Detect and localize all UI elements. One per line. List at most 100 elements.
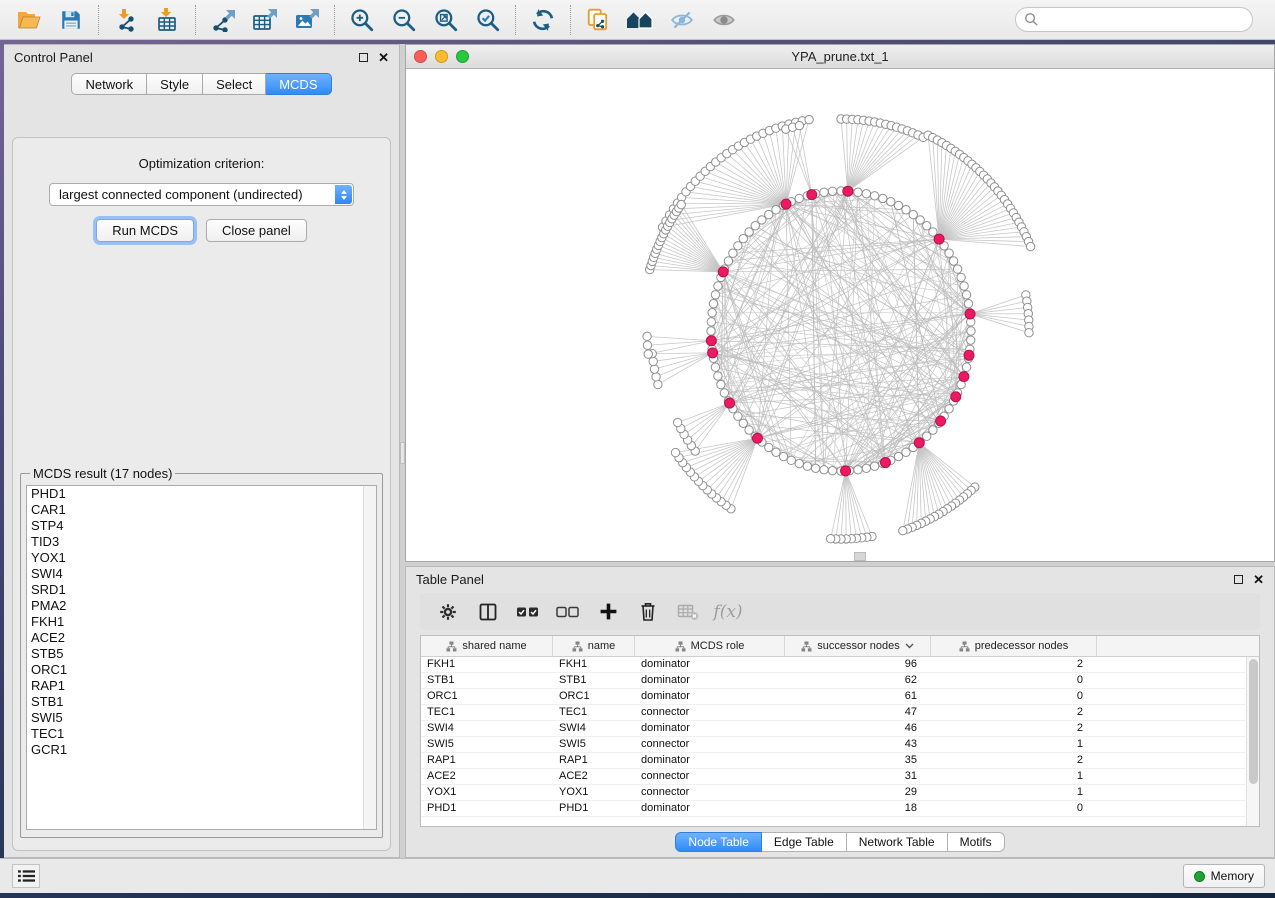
import-network-icon[interactable] bbox=[105, 3, 147, 37]
mcds-list-item[interactable]: RAP1 bbox=[27, 678, 376, 694]
tab-style[interactable]: Style bbox=[147, 73, 203, 95]
table-cell[interactable]: 2 bbox=[931, 705, 1097, 720]
mcds-list-item[interactable]: CAR1 bbox=[27, 502, 376, 518]
run-mcds-button[interactable]: Run MCDS bbox=[96, 219, 194, 242]
table-cell[interactable]: connector bbox=[635, 705, 785, 720]
table-cell[interactable]: 29 bbox=[785, 785, 931, 800]
criterion-dropdown[interactable]: largest connected component (undirected) bbox=[49, 183, 354, 206]
table-cell[interactable]: SWI4 bbox=[553, 721, 635, 736]
table-cell[interactable]: 43 bbox=[785, 737, 931, 752]
search-input[interactable] bbox=[1015, 7, 1253, 32]
table-cell[interactable]: SWI5 bbox=[421, 737, 553, 752]
gear-icon[interactable] bbox=[430, 597, 466, 627]
add-column-icon[interactable] bbox=[590, 597, 626, 627]
table-cell[interactable]: PHD1 bbox=[553, 801, 635, 816]
table-row[interactable]: SWI5SWI5connector431 bbox=[421, 737, 1259, 753]
network-window-titlebar[interactable]: YPA_prune.txt_1 bbox=[406, 45, 1274, 69]
table-cell[interactable]: 0 bbox=[931, 673, 1097, 688]
zoom-fit-icon[interactable] bbox=[425, 3, 467, 37]
table-cell[interactable]: 96 bbox=[785, 657, 931, 672]
show-all-icon[interactable] bbox=[703, 3, 745, 37]
table-cell[interactable]: 46 bbox=[785, 721, 931, 736]
scrollbar-thumb[interactable] bbox=[1249, 659, 1258, 784]
table-row[interactable]: ORC1ORC1dominator610 bbox=[421, 689, 1259, 705]
export-table-icon[interactable] bbox=[244, 3, 286, 37]
table-row[interactable]: YOX1YOX1connector291 bbox=[421, 785, 1259, 801]
table-cell[interactable]: 2 bbox=[931, 753, 1097, 768]
table-row[interactable]: FKH1FKH1dominator962 bbox=[421, 657, 1259, 673]
table-cell[interactable]: dominator bbox=[635, 753, 785, 768]
column-header-successor-nodes[interactable]: successor nodes bbox=[785, 636, 931, 656]
table-cell[interactable]: SWI4 bbox=[421, 721, 553, 736]
table-cell[interactable]: 35 bbox=[785, 753, 931, 768]
table-cell[interactable]: YOX1 bbox=[553, 785, 635, 800]
column-view-icon[interactable] bbox=[470, 597, 506, 627]
table-cell[interactable]: ORC1 bbox=[421, 689, 553, 704]
column-header-shared-name[interactable]: shared name bbox=[421, 636, 553, 656]
column-header-mcds-role[interactable]: MCDS role bbox=[635, 636, 785, 656]
table-cell[interactable]: PHD1 bbox=[421, 801, 553, 816]
delete-column-icon[interactable] bbox=[630, 597, 666, 627]
tab-node-table[interactable]: Node Table bbox=[675, 832, 762, 852]
table-cell[interactable]: 1 bbox=[931, 769, 1097, 784]
table-cell[interactable]: 0 bbox=[931, 689, 1097, 704]
mcds-list-item[interactable]: ACE2 bbox=[27, 630, 376, 646]
table-cell[interactable]: connector bbox=[635, 785, 785, 800]
network-graph[interactable] bbox=[406, 69, 1274, 561]
close-panel-button[interactable]: Close panel bbox=[206, 219, 307, 242]
mcds-list-item[interactable]: SRD1 bbox=[27, 582, 376, 598]
table-cell[interactable]: STB1 bbox=[553, 673, 635, 688]
table-cell[interactable]: ACE2 bbox=[553, 769, 635, 784]
refresh-view-icon[interactable] bbox=[522, 3, 564, 37]
zoom-selected-icon[interactable] bbox=[467, 3, 509, 37]
table-cell[interactable]: ORC1 bbox=[553, 689, 635, 704]
select-all-columns-icon[interactable] bbox=[510, 597, 546, 627]
hide-selected-icon[interactable] bbox=[661, 3, 703, 37]
column-header-predecessor-nodes[interactable]: predecessor nodes bbox=[931, 636, 1097, 656]
tab-select[interactable]: Select bbox=[203, 73, 266, 95]
table-cell[interactable]: 18 bbox=[785, 801, 931, 816]
table-cell[interactable]: 1 bbox=[931, 737, 1097, 752]
mcds-list-item[interactable]: FKH1 bbox=[27, 614, 376, 630]
mcds-list-item[interactable]: GCR1 bbox=[27, 742, 376, 758]
table-cell[interactable]: 61 bbox=[785, 689, 931, 704]
table-cell[interactable]: FKH1 bbox=[421, 657, 553, 672]
export-network-icon[interactable] bbox=[202, 3, 244, 37]
table-cell[interactable]: dominator bbox=[635, 689, 785, 704]
mcds-list-scrollbar[interactable] bbox=[363, 486, 376, 829]
clone-network-icon[interactable] bbox=[577, 3, 619, 37]
tab-edge-table[interactable]: Edge Table bbox=[762, 832, 847, 852]
table-cell[interactable]: TEC1 bbox=[553, 705, 635, 720]
table-cell[interactable]: dominator bbox=[635, 673, 785, 688]
table-row[interactable]: RAP1RAP1dominator352 bbox=[421, 753, 1259, 769]
mcds-list-item[interactable]: SWI5 bbox=[27, 710, 376, 726]
float-panel-icon[interactable] bbox=[359, 53, 368, 62]
table-row[interactable]: SWI4SWI4dominator462 bbox=[421, 721, 1259, 737]
mcds-list-item[interactable]: TEC1 bbox=[27, 726, 376, 742]
table-cell[interactable]: 1 bbox=[931, 785, 1097, 800]
table-row[interactable]: STB1STB1dominator620 bbox=[421, 673, 1259, 689]
canvas-splitter-handle[interactable] bbox=[854, 552, 866, 561]
mcds-list-item[interactable]: PHD1 bbox=[27, 486, 376, 502]
open-file-icon[interactable] bbox=[8, 3, 50, 37]
close-panel-icon[interactable]: ✕ bbox=[1253, 575, 1264, 584]
mcds-list-item[interactable]: TID3 bbox=[27, 534, 376, 550]
import-table-icon[interactable] bbox=[147, 3, 189, 37]
deselect-all-columns-icon[interactable] bbox=[550, 597, 586, 627]
table-cell[interactable]: 47 bbox=[785, 705, 931, 720]
table-cell[interactable]: 62 bbox=[785, 673, 931, 688]
table-cell[interactable]: FKH1 bbox=[553, 657, 635, 672]
table-row[interactable]: TEC1TEC1connector472 bbox=[421, 705, 1259, 721]
table-row[interactable]: PHD1PHD1dominator180 bbox=[421, 801, 1259, 817]
table-cell[interactable]: 31 bbox=[785, 769, 931, 784]
table-scrollbar[interactable] bbox=[1246, 657, 1259, 826]
table-cell[interactable]: STB1 bbox=[421, 673, 553, 688]
tab-network[interactable]: Network bbox=[71, 73, 147, 95]
mcds-list-item[interactable]: STP4 bbox=[27, 518, 376, 534]
zoom-out-icon[interactable] bbox=[383, 3, 425, 37]
table-cell[interactable]: ACE2 bbox=[421, 769, 553, 784]
mcds-list-item[interactable]: PMA2 bbox=[27, 598, 376, 614]
table-cell[interactable]: SWI5 bbox=[553, 737, 635, 752]
table-cell[interactable]: RAP1 bbox=[553, 753, 635, 768]
tab-mcds[interactable]: MCDS bbox=[266, 73, 331, 95]
